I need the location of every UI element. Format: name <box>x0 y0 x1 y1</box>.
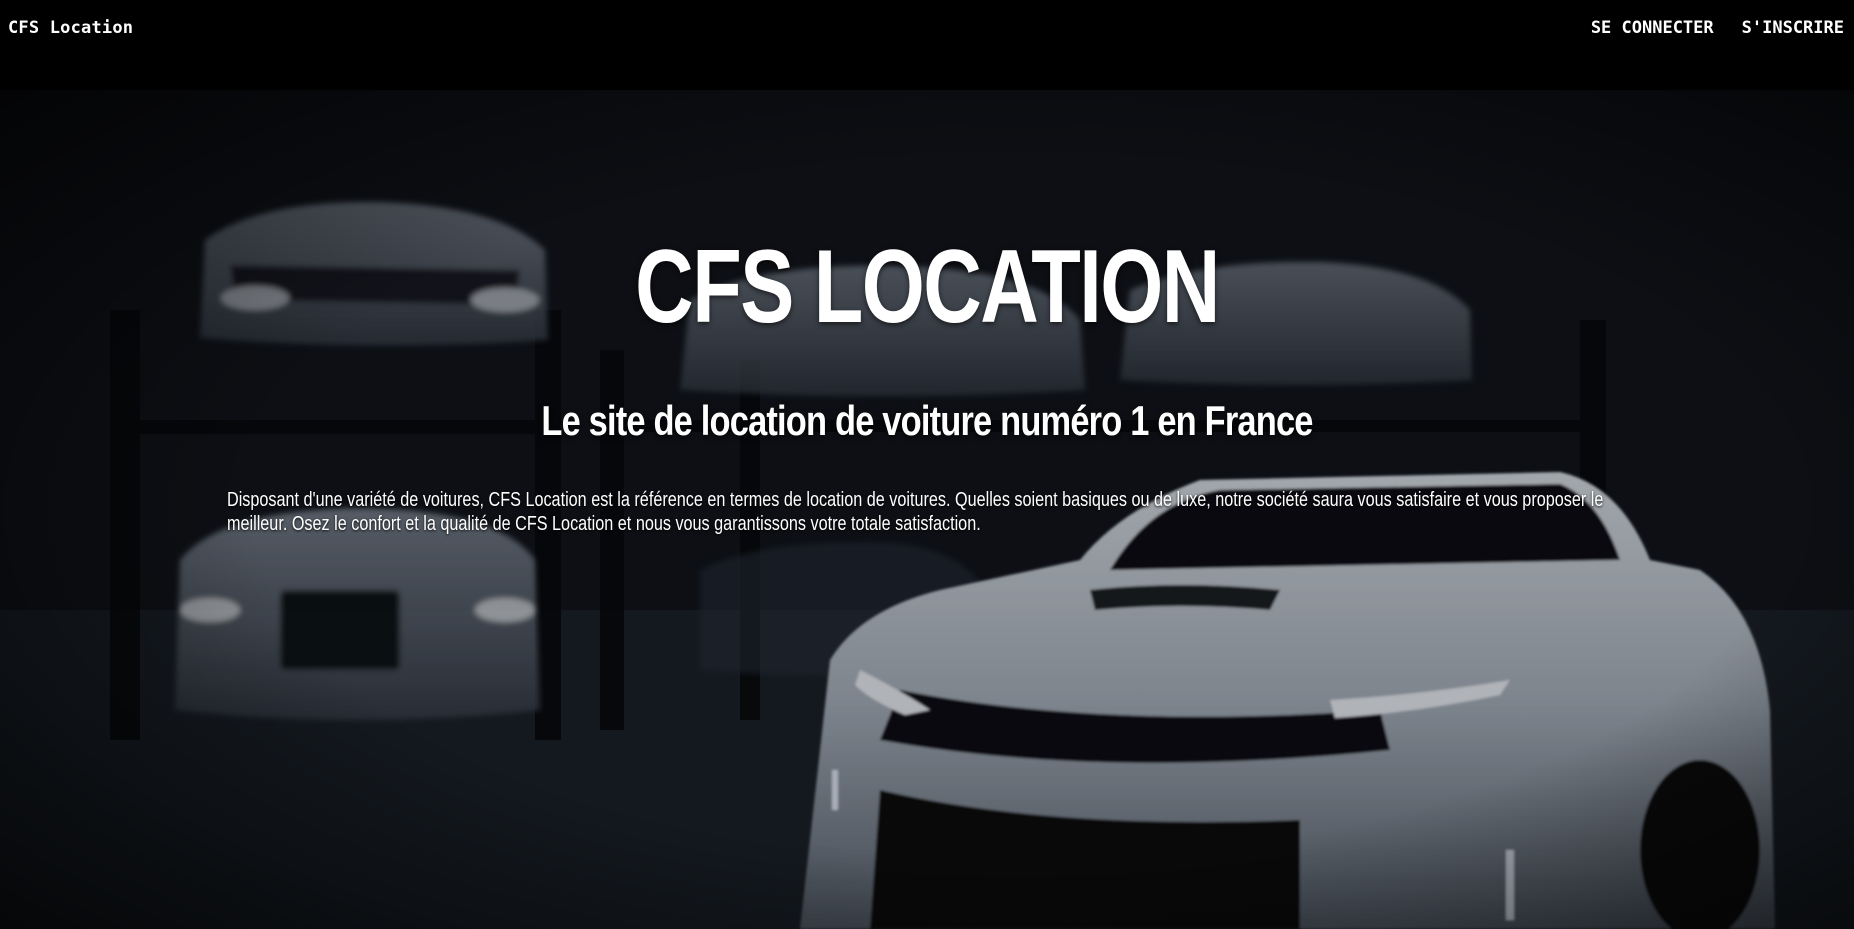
top-navbar: CFS Location SE CONNECTER S'INSCRIRE <box>0 0 1854 90</box>
brand-logo-link[interactable]: CFS Location <box>8 18 133 38</box>
auth-nav: SE CONNECTER S'INSCRIRE <box>1591 18 1844 38</box>
login-link[interactable]: SE CONNECTER <box>1591 18 1714 38</box>
hero-subtitle: Le site de location de voiture numéro 1 … <box>541 397 1313 444</box>
signup-link[interactable]: S'INSCRIRE <box>1742 18 1844 38</box>
hero-description: Disposant d'une variété de voitures, CFS… <box>227 489 1604 535</box>
hero-title: CFS LOCATION <box>635 229 1220 345</box>
hero-section: CFS LOCATION Le site de location de voit… <box>0 90 1854 929</box>
